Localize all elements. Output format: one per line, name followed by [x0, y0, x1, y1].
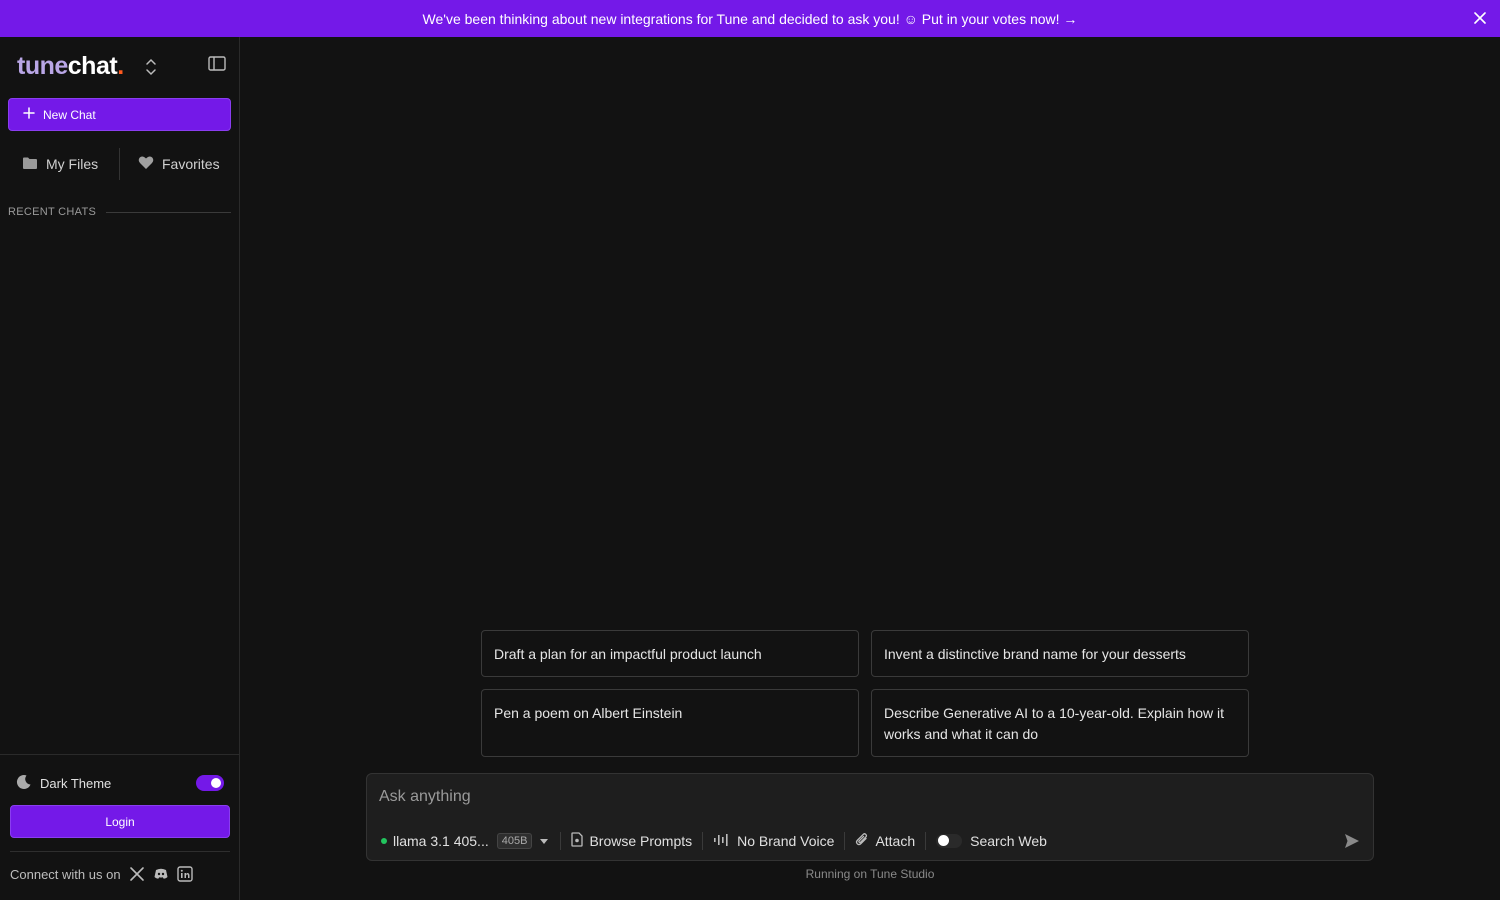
footer-divider	[10, 851, 230, 852]
brand-voice-button[interactable]: No Brand Voice	[713, 833, 834, 850]
search-web-toggle[interactable]: Search Web	[936, 833, 1047, 849]
model-name: llama 3.1 405...	[393, 833, 489, 849]
x-twitter-icon[interactable]	[129, 866, 145, 882]
login-label: Login	[105, 814, 135, 829]
chevron-up-down-icon[interactable]	[144, 57, 158, 77]
dark-theme-toggle[interactable]	[196, 775, 224, 791]
recent-divider	[106, 211, 231, 213]
heart-icon	[138, 155, 154, 173]
sidebar-toggle-icon[interactable]	[207, 55, 227, 73]
toolbar-divider	[844, 832, 846, 850]
sidebar-footer: Dark Theme Login Connect with us on	[0, 754, 240, 900]
model-selector[interactable]: llama 3.1 405... 405B	[381, 833, 550, 849]
composer-toolbar: llama 3.1 405... 405B Browse Prompts No …	[381, 830, 1047, 852]
plus-icon	[23, 107, 35, 122]
document-icon	[571, 832, 584, 850]
logo[interactable]: tune chat.	[17, 51, 124, 81]
sidebar-nav: My Files Favorites	[8, 147, 231, 181]
linkedin-icon[interactable]	[176, 866, 193, 882]
search-web-label: Search Web	[970, 833, 1047, 849]
recent-chats-header: RECENT CHATS	[8, 206, 231, 218]
search-web-switch[interactable]	[936, 834, 963, 848]
send-icon[interactable]	[1343, 832, 1361, 850]
attach-button[interactable]: Attach	[855, 832, 915, 850]
suggestion-card[interactable]: Invent a distinctive brand name for your…	[871, 630, 1249, 677]
footer-note: Running on Tune Studio	[805, 867, 935, 881]
new-chat-button[interactable]: New Chat	[8, 98, 231, 131]
new-chat-label: New Chat	[43, 107, 96, 122]
connect-row: Connect with us on	[10, 866, 193, 882]
sidebar-item-my-files[interactable]: My Files	[8, 156, 119, 173]
nav-divider	[119, 148, 120, 180]
suggestion-text: Describe Generative AI to a 10-year-old.…	[884, 705, 1225, 742]
suggestion-card[interactable]: Describe Generative AI to a 10-year-old.…	[871, 689, 1249, 757]
recent-chats-label: RECENT CHATS	[8, 206, 97, 218]
suggestion-card[interactable]: Pen a poem on Albert Einstein	[481, 689, 859, 757]
toolbar-divider	[925, 832, 927, 850]
dark-theme-label: Dark Theme	[40, 775, 112, 791]
connect-label: Connect with us on	[10, 866, 121, 882]
brand-voice-label: No Brand Voice	[737, 833, 835, 849]
theme-row: Dark Theme	[16, 773, 224, 793]
moon-icon	[16, 774, 32, 793]
discord-icon[interactable]	[153, 866, 169, 882]
audio-bars-icon	[713, 833, 731, 850]
chat-input[interactable]: Ask anything	[379, 788, 471, 806]
toolbar-divider	[702, 832, 704, 850]
browse-prompts-label: Browse Prompts	[589, 833, 693, 849]
login-button[interactable]: Login	[10, 805, 230, 838]
status-dot	[381, 838, 387, 844]
caret-down-icon	[538, 833, 550, 849]
my-files-label: My Files	[46, 156, 99, 172]
logo-part-tune: tune	[17, 51, 68, 80]
announcement-banner[interactable]: We've been thinking about new integratio…	[0, 0, 1500, 37]
banner-text[interactable]: We've been thinking about new integratio…	[423, 11, 1078, 27]
sidebar-item-favorites[interactable]: Favorites	[138, 155, 220, 173]
toolbar-divider	[560, 832, 562, 850]
logo-part-chat: chat	[67, 51, 118, 80]
sidebar: tune chat. New Chat My Files Favorites RE…	[0, 37, 240, 900]
suggestion-text: Draft a plan for an impactful product la…	[494, 646, 762, 662]
folder-icon	[22, 156, 38, 173]
suggestion-text: Invent a distinctive brand name for your…	[884, 646, 1186, 662]
browse-prompts-button[interactable]: Browse Prompts	[571, 832, 692, 850]
paperclip-icon	[855, 832, 869, 850]
attach-label: Attach	[875, 833, 916, 849]
favorites-label: Favorites	[162, 156, 220, 172]
suggestion-text: Pen a poem on Albert Einstein	[494, 705, 683, 721]
logo-dot: .	[117, 51, 124, 80]
close-icon[interactable]	[1472, 10, 1488, 26]
model-size-badge: 405B	[496, 833, 533, 849]
chat-composer: Ask anything llama 3.1 405... 405B Brows…	[366, 773, 1374, 861]
suggestion-card[interactable]: Draft a plan for an impactful product la…	[481, 630, 859, 677]
